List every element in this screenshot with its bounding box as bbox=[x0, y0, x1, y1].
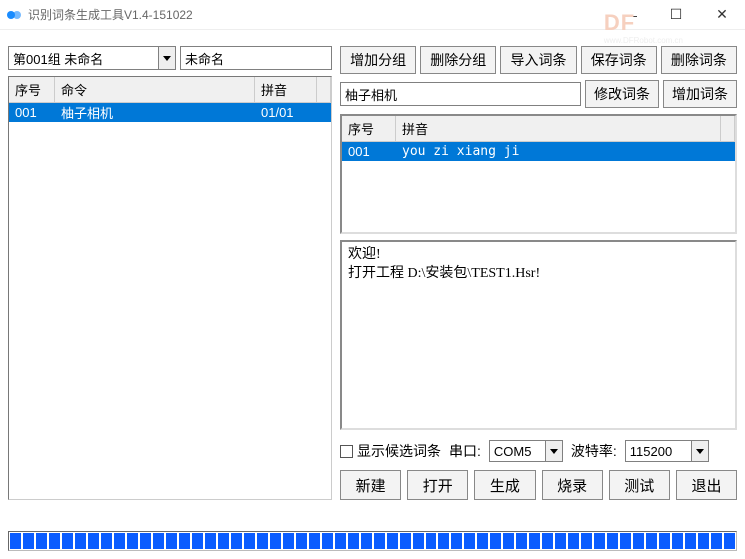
add-group-button[interactable]: 增加分组 bbox=[340, 46, 416, 74]
delete-entries-button[interactable]: 删除词条 bbox=[661, 46, 737, 74]
pinyin-col-seq[interactable]: 序号 bbox=[342, 116, 396, 142]
baud-label: 波特率: bbox=[571, 441, 617, 461]
table-row[interactable]: 001 柚子相机 01/01 bbox=[9, 103, 331, 122]
window-title: 识别词条生成工具V1.4-151022 bbox=[28, 6, 607, 23]
pinyin-col-pinyin[interactable]: 拼音 bbox=[396, 116, 721, 142]
save-entries-button[interactable]: 保存词条 bbox=[581, 46, 657, 74]
delete-group-button[interactable]: 删除分组 bbox=[420, 46, 496, 74]
new-button[interactable]: 新建 bbox=[340, 470, 401, 500]
chevron-down-icon bbox=[158, 47, 175, 69]
minimize-button[interactable]: — bbox=[607, 0, 653, 30]
add-entry-button[interactable]: 增加词条 bbox=[663, 80, 737, 108]
table-row[interactable]: 001 you zi xiang ji bbox=[342, 142, 735, 161]
group-select[interactable]: 第001组 未命名 bbox=[8, 46, 176, 70]
exit-button[interactable]: 退出 bbox=[676, 470, 737, 500]
test-button[interactable]: 测试 bbox=[609, 470, 670, 500]
port-select[interactable]: COM5 bbox=[489, 440, 563, 462]
progress-bar bbox=[8, 531, 737, 551]
col-spacer bbox=[317, 77, 331, 103]
open-button[interactable]: 打开 bbox=[407, 470, 468, 500]
log-output[interactable]: 欢迎! 打开工程 D:\安装包\TEST1.Hsr! bbox=[340, 240, 737, 430]
entries-table: 序号 命令 拼音 001 柚子相机 01/01 bbox=[8, 76, 332, 500]
show-candidates-checkbox[interactable]: 显示候选词条 bbox=[340, 441, 441, 461]
entry-text-input[interactable]: 柚子相机 bbox=[340, 82, 581, 106]
maximize-button[interactable]: ☐ bbox=[653, 0, 699, 30]
col-cmd[interactable]: 命令 bbox=[55, 77, 255, 103]
col-seq[interactable]: 序号 bbox=[9, 77, 55, 103]
baud-select[interactable]: 115200 bbox=[625, 440, 709, 462]
chevron-down-icon bbox=[691, 441, 708, 461]
checkbox-icon bbox=[340, 445, 353, 458]
close-button[interactable]: ✕ bbox=[699, 0, 745, 30]
group-select-value: 第001组 未命名 bbox=[13, 49, 103, 68]
port-label: 串口: bbox=[449, 441, 481, 461]
col-pinyin[interactable]: 拼音 bbox=[255, 77, 317, 103]
group-name-input[interactable]: 未命名 bbox=[180, 46, 332, 70]
pinyin-table: 序号 拼音 001 you zi xiang ji bbox=[340, 114, 737, 234]
modify-entry-button[interactable]: 修改词条 bbox=[585, 80, 659, 108]
generate-button[interactable]: 生成 bbox=[474, 470, 535, 500]
app-icon bbox=[6, 7, 22, 23]
pinyin-col-spacer bbox=[721, 116, 735, 142]
burn-button[interactable]: 烧录 bbox=[542, 470, 603, 500]
chevron-down-icon bbox=[545, 441, 562, 461]
import-entries-button[interactable]: 导入词条 bbox=[500, 46, 576, 74]
